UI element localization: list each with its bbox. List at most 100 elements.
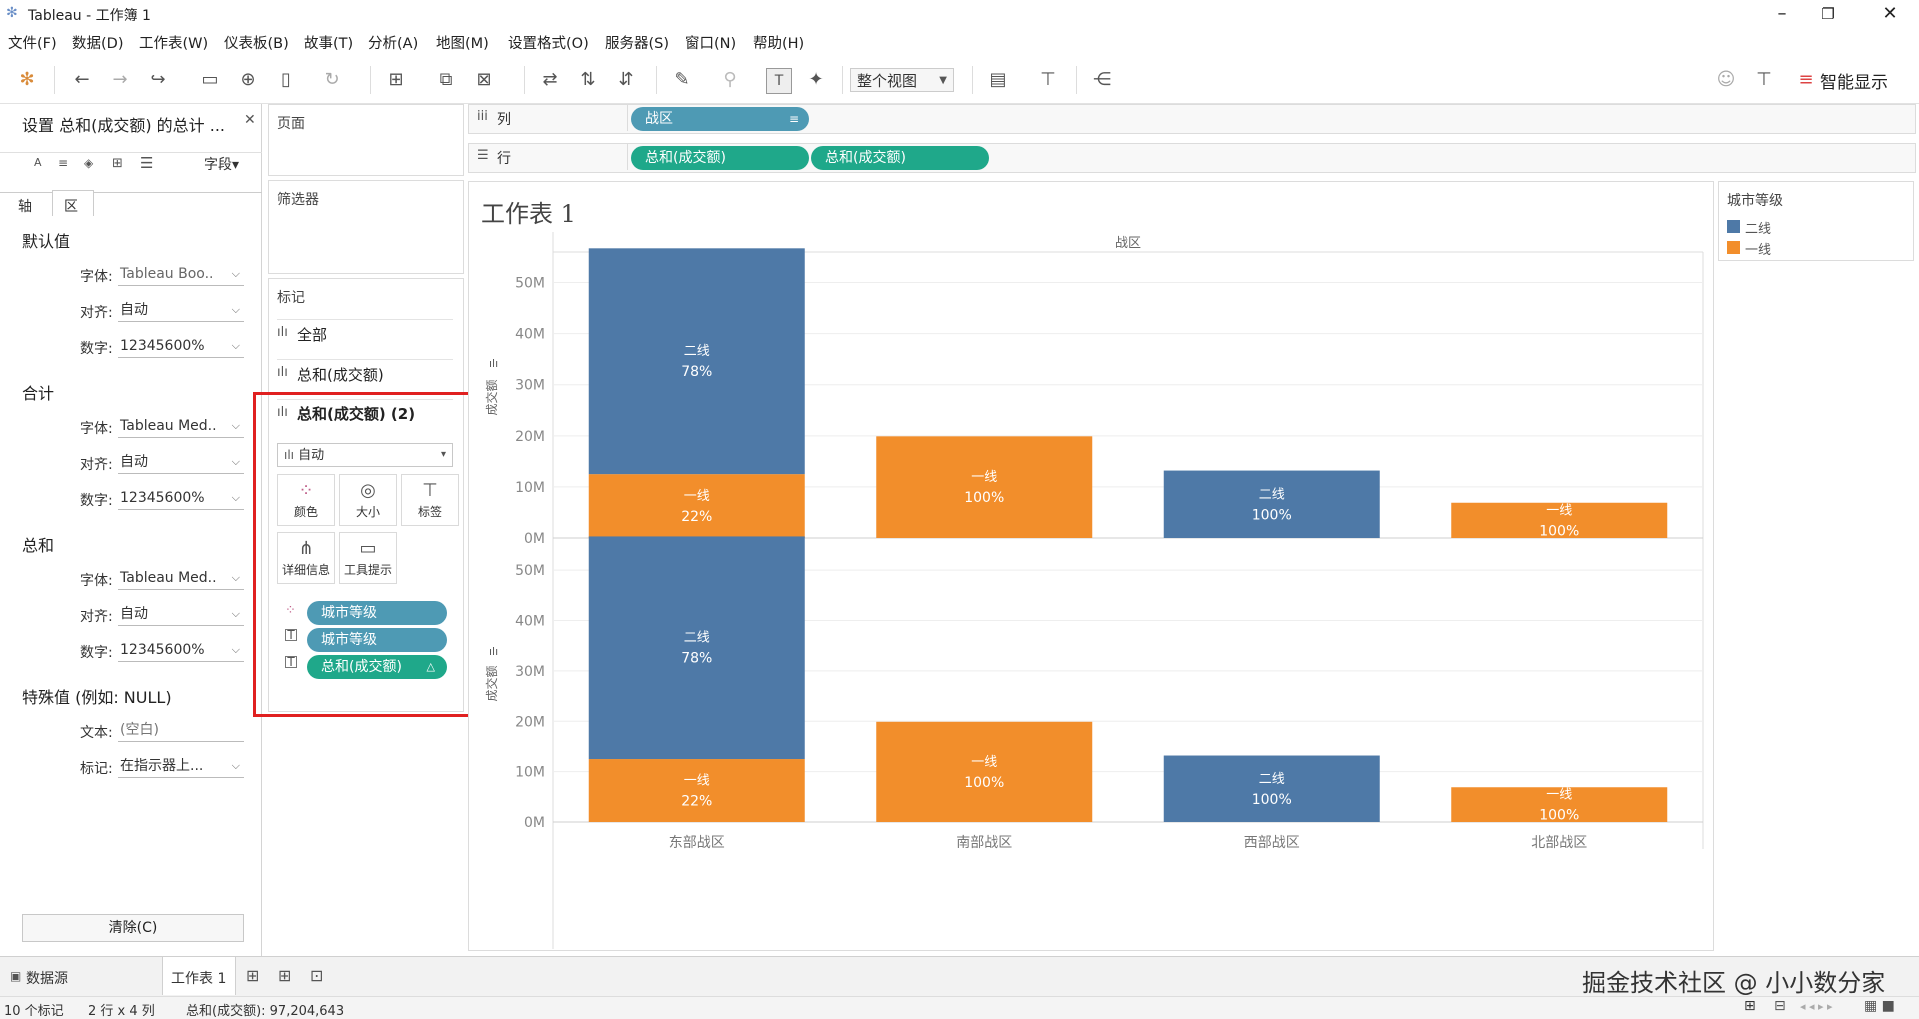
align-format-icon[interactable]: ≡	[58, 156, 68, 170]
pin-icon[interactable]: ⊤	[1752, 68, 1776, 92]
first-sheet-icon[interactable]: ◂ ◂ ▸ ▸	[1800, 1000, 1833, 1013]
total-font-select[interactable]: Tableau Med.. ⌵	[118, 414, 244, 438]
chevron-down-icon: ⌵	[231, 571, 240, 584]
minimize-button[interactable]: –	[1759, 0, 1805, 28]
new-worksheet-icon[interactable]: ⊞	[246, 966, 259, 985]
rows-pill-sum-1[interactable]: 总和(成交额)	[631, 146, 809, 170]
close-window-button[interactable]: ✕	[1867, 0, 1913, 28]
section-sum-heading: 总和	[22, 536, 55, 555]
show-me-icon[interactable]: ≡	[1794, 68, 1818, 92]
menu-window[interactable]: 窗口(N)	[685, 32, 736, 53]
menu-file[interactable]: 文件(F)	[8, 32, 57, 53]
align-label: 对齐:	[80, 305, 113, 321]
undo-icon[interactable]: ←	[70, 68, 94, 92]
new-story-icon[interactable]: ⊡	[310, 966, 323, 985]
rows-label: 行	[497, 151, 511, 167]
axis-sort-icon: ılı	[489, 645, 498, 658]
show-tabs-icon[interactable]: ⊞	[1744, 998, 1756, 1014]
tab-pane[interactable]: 区	[64, 196, 78, 216]
sheet-tab-active[interactable]: 工作表 1	[162, 957, 236, 995]
close-panel-icon[interactable]: ✕	[244, 112, 256, 128]
default-align-select[interactable]: 自动 ⌵	[118, 298, 244, 322]
filters-card[interactable]: 筛选器	[268, 180, 464, 274]
bar-series-label: 一线	[971, 470, 997, 485]
filmstrip-icon[interactable]: ⊟	[1774, 998, 1786, 1014]
grid-icon[interactable]: ▦ ■	[1864, 998, 1895, 1014]
new-dashboard-icon[interactable]: ⊞	[278, 966, 291, 985]
sort-descending-icon[interactable]: ⇵	[614, 68, 638, 92]
format-panel: 设置 总和(成交额) 的总计 ... ✕ A ≡ ◈ ⊞ ☰ 字段▾ 轴 区 默…	[0, 104, 262, 956]
share-icon[interactable]: ⋲	[1090, 68, 1114, 92]
legend-item-tier1[interactable]: 一线	[1745, 239, 1771, 258]
chevron-down-icon: ⌵	[231, 303, 240, 316]
y-tick-label: 10M	[515, 480, 545, 496]
bar-tier1	[876, 721, 1093, 822]
new-worksheet-icon[interactable]: ⊞	[384, 68, 408, 92]
total-number-select[interactable]: 12345600% ⌵	[118, 486, 244, 510]
bar-tier1	[876, 436, 1093, 538]
clear-sheet-icon[interactable]: ⊠	[472, 68, 496, 92]
menu-dashboard[interactable]: 仪表板(B)	[224, 32, 289, 53]
special-text-input[interactable]	[118, 718, 244, 742]
presentation-mode-icon[interactable]: ⊤	[1036, 68, 1060, 92]
tab-axis[interactable]: 轴	[18, 196, 32, 216]
bar-chart[interactable]: 战区 0M 10M 20M 30M 40M 50M 成交额 ılı 一线 22% 二线 78% 一线 100…	[469, 227, 1713, 949]
rows-pill-sum-2[interactable]: 总和(成交额)	[811, 146, 989, 170]
refresh-icon[interactable]: ↻	[320, 68, 344, 92]
menu-story[interactable]: 故事(T)	[304, 32, 353, 53]
status-sum: 总和(成交额): 97,204,643	[186, 1004, 345, 1019]
datasource-tab[interactable]: 数据源	[26, 968, 68, 988]
marks-card-sum[interactable]: 总和(成交额)	[297, 364, 384, 385]
show-cards-icon[interactable]: ▤	[986, 68, 1010, 92]
bar-series-label: 一线	[684, 489, 710, 504]
shading-format-icon[interactable]: ◈	[84, 156, 93, 170]
font-format-icon[interactable]: A	[34, 156, 42, 169]
menu-analysis[interactable]: 分析(A)	[368, 32, 418, 53]
redo-icon[interactable]: →	[108, 68, 132, 92]
sum-align-select[interactable]: 自动 ⌵	[118, 602, 244, 626]
menu-format[interactable]: 设置格式(O)	[508, 32, 589, 53]
default-number-select[interactable]: 12345600% ⌵	[118, 334, 244, 358]
replay-icon[interactable]: ↪	[146, 68, 170, 92]
lines-format-icon[interactable]: ☰	[140, 154, 153, 172]
sort-ascending-icon[interactable]: ⇅	[576, 68, 600, 92]
menu-map[interactable]: 地图(M)	[436, 32, 489, 53]
columns-shelf[interactable]: iii 列 战区 ≡	[468, 104, 1916, 134]
sum-number-select[interactable]: 12345600% ⌵	[118, 638, 244, 662]
highlight-icon[interactable]: ✎	[670, 68, 694, 92]
menu-worksheet[interactable]: 工作表(W)	[139, 32, 208, 53]
swap-rows-columns-icon[interactable]: ⇄	[538, 68, 562, 92]
fix-axes-icon[interactable]: ✦	[804, 68, 828, 92]
duplicate-sheet-icon[interactable]: ⧉	[434, 68, 458, 92]
total-align-select[interactable]: 自动 ⌵	[118, 450, 244, 474]
default-font-select[interactable]: Tableau Boo.. ⌵	[118, 262, 244, 286]
show-mark-labels-icon[interactable]: T	[766, 68, 792, 94]
bar-mark-icon: ılı	[277, 325, 288, 340]
restore-button[interactable]: ❐	[1805, 0, 1851, 28]
fit-view-select[interactable]: 整个视图 ▼	[850, 68, 954, 92]
special-marks-select[interactable]: 在指示器上... ⌵	[118, 754, 244, 778]
new-datasource-icon[interactable]: ⊕	[236, 68, 260, 92]
menu-server[interactable]: 服务器(S)	[605, 32, 669, 53]
save-icon[interactable]: ▭	[198, 68, 222, 92]
legend-item-tier2[interactable]: 二线	[1745, 218, 1771, 237]
rows-shelf[interactable]: ☰ 行 总和(成交额) 总和(成交额)	[468, 143, 1916, 173]
columns-pill-region[interactable]: 战区 ≡	[631, 107, 809, 131]
menu-help[interactable]: 帮助(H)	[753, 32, 804, 53]
menu-data[interactable]: 数据(D)	[72, 32, 123, 53]
pages-card[interactable]: 页面	[268, 104, 464, 176]
pause-updates-icon[interactable]: ▯	[274, 68, 298, 92]
borders-format-icon[interactable]: ⊞	[112, 156, 123, 171]
sum-number-value: 12345600%	[120, 642, 205, 658]
clear-button[interactable]: 清除(C)	[22, 914, 244, 942]
chevron-down-icon: ⌵	[231, 419, 240, 432]
sum-font-select[interactable]: Tableau Med.. ⌵	[118, 566, 244, 590]
columns-pill-label: 战区	[645, 111, 673, 127]
tableau-home-icon[interactable]: ✻	[15, 68, 39, 92]
fields-dropdown[interactable]: 字段▾	[204, 154, 239, 174]
show-me-button[interactable]: 智能显示	[1820, 68, 1888, 93]
group-members-icon[interactable]: ⚲	[718, 68, 742, 92]
column-header: 战区	[1115, 236, 1141, 251]
marks-card-all[interactable]: 全部	[297, 324, 327, 345]
ask-data-icon[interactable]: ☺	[1714, 68, 1738, 92]
